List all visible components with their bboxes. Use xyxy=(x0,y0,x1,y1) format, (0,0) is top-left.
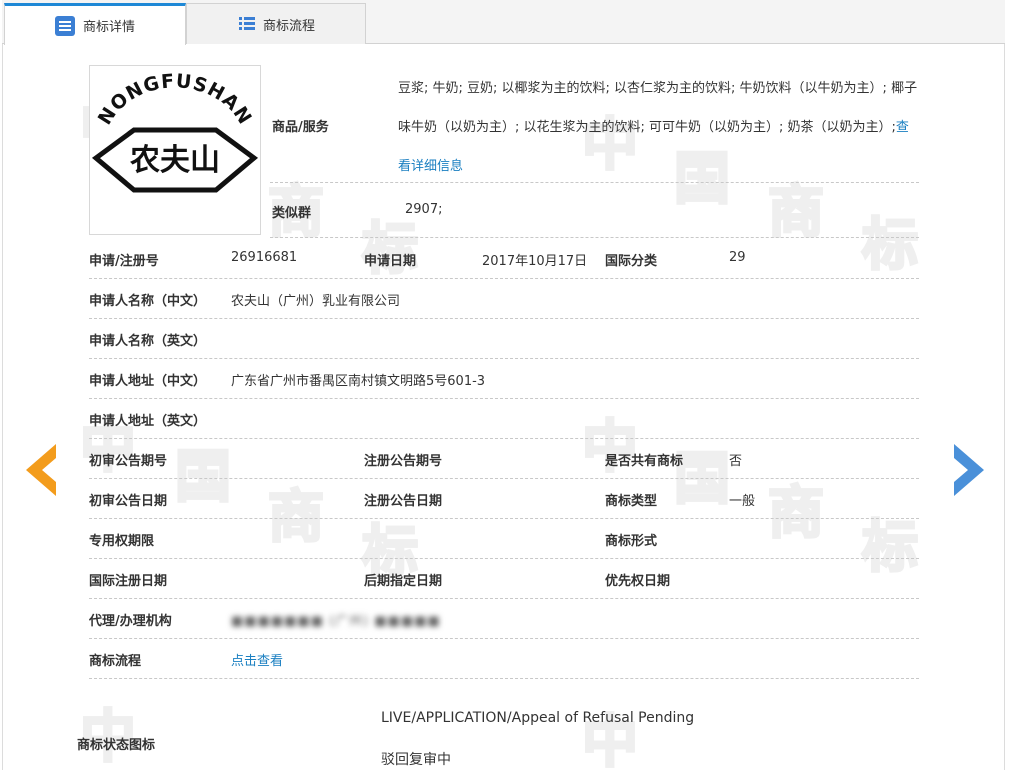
row-applicant-en: 申请人名称（英文） xyxy=(89,318,919,359)
chevron-left-icon xyxy=(26,444,56,496)
row-registration: 申请/注册号 26916681 申请日期 2017年10月17日 国际分类 29 xyxy=(89,238,919,279)
row-intl-reg: 国际注册日期 后期指定日期 优先权日期 xyxy=(89,558,919,599)
tab-label: 商标流程 xyxy=(263,18,316,34)
row-flow: 商标流程 点击查看 xyxy=(89,638,919,679)
row-prelim-date: 初审公告日期 注册公告日期 商标类型 一般 xyxy=(89,478,919,519)
list-icon xyxy=(239,17,255,31)
intl-class: 29 xyxy=(729,250,746,265)
agent-value: ■■■■■■■ (广州) ■■■■■ xyxy=(231,614,441,629)
document-icon xyxy=(55,15,75,36)
status-label: 商标状态图标 xyxy=(77,738,156,753)
tab-trademark-flow[interactable]: 商标流程 xyxy=(186,3,366,44)
chevron-right-icon xyxy=(954,444,984,496)
status-cn: 驳回复审中 xyxy=(381,752,451,768)
trademark-logo: NONGFUSHAN 农夫山 xyxy=(89,65,261,235)
status-en: LIVE/APPLICATION/Appeal of Refusal Pendi… xyxy=(381,710,695,726)
svg-text:NONGFUSHAN: NONGFUSHAN xyxy=(94,70,256,129)
tm-type-value: 一般 xyxy=(729,494,756,509)
similar-group-label: 类似群 xyxy=(272,206,312,221)
apply-date: 2017年10月17日 xyxy=(482,254,588,269)
shared-value: 否 xyxy=(729,454,743,469)
similar-group-value: 2907; xyxy=(405,202,443,217)
row-address-cn: 申请人地址（中文） 广东省广州市番禺区南村镇文明路5号601-3 xyxy=(89,358,919,399)
row-agent: 代理/办理机构 ■■■■■■■ (广州) ■■■■■ xyxy=(89,598,919,639)
next-arrow[interactable] xyxy=(948,442,988,498)
svg-text:农夫山: 农夫山 xyxy=(129,143,220,178)
row-exclusive: 专用权期限 商标形式 xyxy=(89,518,919,559)
row-prelim-no: 初审公告期号 注册公告期号 是否共有商标 否 xyxy=(89,438,919,479)
applicant-cn: 农夫山（广州）乳业有限公司 xyxy=(231,294,401,309)
goods-text: 豆浆; 牛奶; 豆奶; 以椰浆为主的饮料; 以杏仁浆为主的饮料; 牛奶饮料（以牛… xyxy=(398,81,918,135)
reg-no: 26916681 xyxy=(231,250,298,265)
row-applicant-cn: 申请人名称（中文） 农夫山（广州）乳业有限公司 xyxy=(89,278,919,319)
address-cn: 广东省广州市番禺区南村镇文明路5号601-3 xyxy=(231,374,486,389)
flow-link[interactable]: 点击查看 xyxy=(231,650,283,669)
prev-arrow[interactable] xyxy=(22,442,62,498)
tab-trademark-details[interactable]: 商标详情 xyxy=(4,3,186,45)
tab-label: 商标详情 xyxy=(83,20,136,35)
tab-bar: 商标详情 商标流程 xyxy=(2,0,1005,45)
goods-list: 豆浆; 牛奶; 豆奶; 以椰浆为主的饮料; 以杏仁浆为主的饮料; 牛奶饮料（以牛… xyxy=(398,69,918,186)
similar-group-row: 类似群 2907; xyxy=(270,183,919,238)
row-address-en: 申请人地址（英文） xyxy=(89,398,919,439)
goods-label: 商品/服务 xyxy=(272,120,329,135)
